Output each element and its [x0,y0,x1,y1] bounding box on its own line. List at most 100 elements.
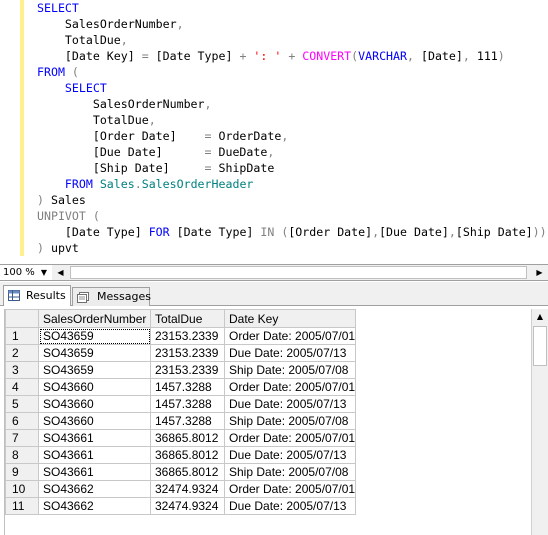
cell-totaldue[interactable]: 23153.2339 [150,327,225,345]
row-number[interactable]: 7 [5,429,39,447]
row-number[interactable]: 8 [5,446,39,464]
cell-date-key[interactable]: Order Date: 2005/07/01 [223,378,357,396]
table-row[interactable]: 2 SO43659 23153.2339 Due Date: 2005/07/13 [5,344,357,362]
tab-results-label: Results [26,289,66,302]
cell-date-key[interactable]: Order Date: 2005/07/01 [223,429,357,447]
cell-salesordernumber[interactable]: SO43660 [38,378,151,396]
tab-messages[interactable]: Messages [72,287,151,306]
cell-totaldue[interactable]: 36865.8012 [150,446,225,464]
row-number[interactable]: 9 [5,463,39,481]
code-token: FOR [148,225,170,239]
code-token: , [448,225,456,239]
cell-date-key[interactable]: Due Date: 2005/07/13 [223,395,357,413]
table-row[interactable]: 7 SO43661 36865.8012 Order Date: 2005/07/01 [5,429,357,447]
scroll-up-icon[interactable]: ▲ [532,309,548,325]
code-token: SELECT [64,81,107,95]
code-token: = [204,129,212,143]
code-token: CONVERT [302,49,352,63]
cell-totaldue[interactable]: 23153.2339 [150,361,225,379]
messages-icon [77,292,89,303]
row-number[interactable]: 2 [5,344,39,362]
sql-editor[interactable]: SELECT SalesOrderNumber, TotalDue, [Date… [0,0,548,263]
cell-salesordernumber[interactable]: SO43659 [38,361,151,379]
code-token: ': ' [253,49,282,63]
cell-salesordernumber[interactable]: SO43662 [38,497,151,515]
code-token: ( [92,209,100,223]
row-number[interactable]: 6 [5,412,39,430]
cell-totaldue[interactable]: 1457.3288 [150,378,225,396]
cell-salesordernumber[interactable]: SO43660 [38,395,151,413]
sql-code[interactable]: SELECT SalesOrderNumber, TotalDue, [Date… [37,0,547,256]
row-header-corner[interactable] [5,309,39,328]
code-token: , [407,49,414,63]
cell-salesordernumber[interactable]: SO43661 [38,446,151,464]
change-tracking-bar [20,0,24,256]
column-header-salesordernumber[interactable]: SalesOrderNumber [38,309,151,328]
code-token: DueDate [211,145,268,159]
table-row[interactable]: 11 SO43662 32474.9324 Due Date: 2005/07/13 [5,497,357,515]
table-row[interactable]: 5 SO43660 1457.3288 Due Date: 2005/07/13 [5,395,357,413]
scroll-right-icon[interactable]: ▶ [532,265,547,280]
code-token: SalesOrderNumber [37,17,177,31]
code-token: [Date Key] [37,49,142,63]
row-number[interactable]: 11 [5,497,39,515]
row-number[interactable]: 1 [5,327,39,345]
row-number[interactable]: 5 [5,395,39,413]
results-grid[interactable]: SalesOrderNumber TotalDue Date Key 1 SO43… [4,309,548,535]
cell-date-key[interactable]: Ship Date: 2005/07/08 [223,463,357,481]
cell-salesordernumber[interactable]: SO43659 [38,344,151,362]
code-token: [Ship Date] [37,161,205,175]
grid-icon [8,290,20,301]
horizontal-scroll-thumb[interactable] [70,266,527,279]
cell-salesordernumber[interactable]: SO43660 [38,412,151,430]
cell-salesordernumber[interactable]: SO43661 [38,463,151,481]
cell-salesordernumber[interactable]: SO43662 [38,480,151,498]
cell-totaldue[interactable]: 32474.9324 [150,497,225,515]
column-header-date-key[interactable]: Date Key [223,309,357,328]
cell-salesordernumber[interactable]: SO43659 [38,327,151,345]
code-token: upvt [43,241,79,255]
cell-date-key[interactable]: Due Date: 2005/07/13 [223,497,357,515]
cell-date-key[interactable]: Ship Date: 2005/07/08 [223,412,357,430]
code-line: SalesOrderNumber, [37,16,547,32]
cell-date-key[interactable]: Order Date: 2005/07/01 [223,327,357,345]
cell-totaldue[interactable]: 1457.3288 [150,412,225,430]
code-token: = [204,145,212,159]
table-row[interactable]: 9 SO43661 36865.8012 Ship Date: 2005/07/08 [5,463,357,481]
cell-date-key[interactable]: Order Date: 2005/07/01 [223,480,357,498]
cell-totaldue[interactable]: 36865.8012 [150,463,225,481]
cell-totaldue[interactable]: 1457.3288 [150,395,225,413]
cell-totaldue[interactable]: 32474.9324 [150,480,225,498]
code-token: IN [260,225,275,239]
table-row[interactable]: 3 SO43659 23153.2339 Ship Date: 2005/07/08 [5,361,357,379]
header-row: SalesOrderNumber TotalDue Date Key [5,309,357,328]
vertical-scrollbar[interactable]: ▲ [531,309,548,535]
code-token: [Due Date] [37,145,205,159]
scroll-left-icon[interactable]: ◀ [53,265,68,280]
table-row[interactable]: 8 SO43661 36865.8012 Due Date: 2005/07/13 [5,446,357,464]
row-number[interactable]: 3 [5,361,39,379]
code-line: [Ship Date] = ShipDate [37,160,547,176]
table-row[interactable]: 10 SO43662 32474.9324 Order Date: 2005/07/0… [5,480,357,498]
cell-date-key[interactable]: Ship Date: 2005/07/08 [223,361,357,379]
code-line: [Date Key] = [Date Type] + ': ' + CONVER… [37,48,547,64]
cell-totaldue[interactable]: 36865.8012 [150,429,225,447]
code-token: FROM [64,177,93,191]
cell-date-key[interactable]: Due Date: 2005/07/13 [223,446,357,464]
table-row[interactable]: 6 SO43660 1457.3288 Ship Date: 2005/07/08 [5,412,357,430]
vertical-scroll-thumb[interactable] [533,326,547,366]
zoom-value: 100 % [3,267,35,278]
column-header-totaldue[interactable]: TotalDue [150,309,225,328]
table-row[interactable]: 4 SO43660 1457.3288 Order Date: 2005/07/01 [5,378,357,396]
row-number[interactable]: 4 [5,378,39,396]
cell-totaldue[interactable]: 23153.2339 [150,344,225,362]
cell-salesordernumber[interactable]: SO43661 [38,429,151,447]
row-number[interactable]: 10 [5,480,39,498]
table-row[interactable]: 1 SO43659 23153.2339 Order Date: 2005/07/01 [5,327,357,345]
chevron-down-icon[interactable]: ▼ [38,265,50,280]
code-token: , [176,17,184,31]
cell-date-key[interactable]: Due Date: 2005/07/13 [223,344,357,362]
code-line: TotalDue, [37,32,547,48]
tab-results[interactable]: Results [3,285,71,306]
code-token: [Order Date] [37,129,205,143]
